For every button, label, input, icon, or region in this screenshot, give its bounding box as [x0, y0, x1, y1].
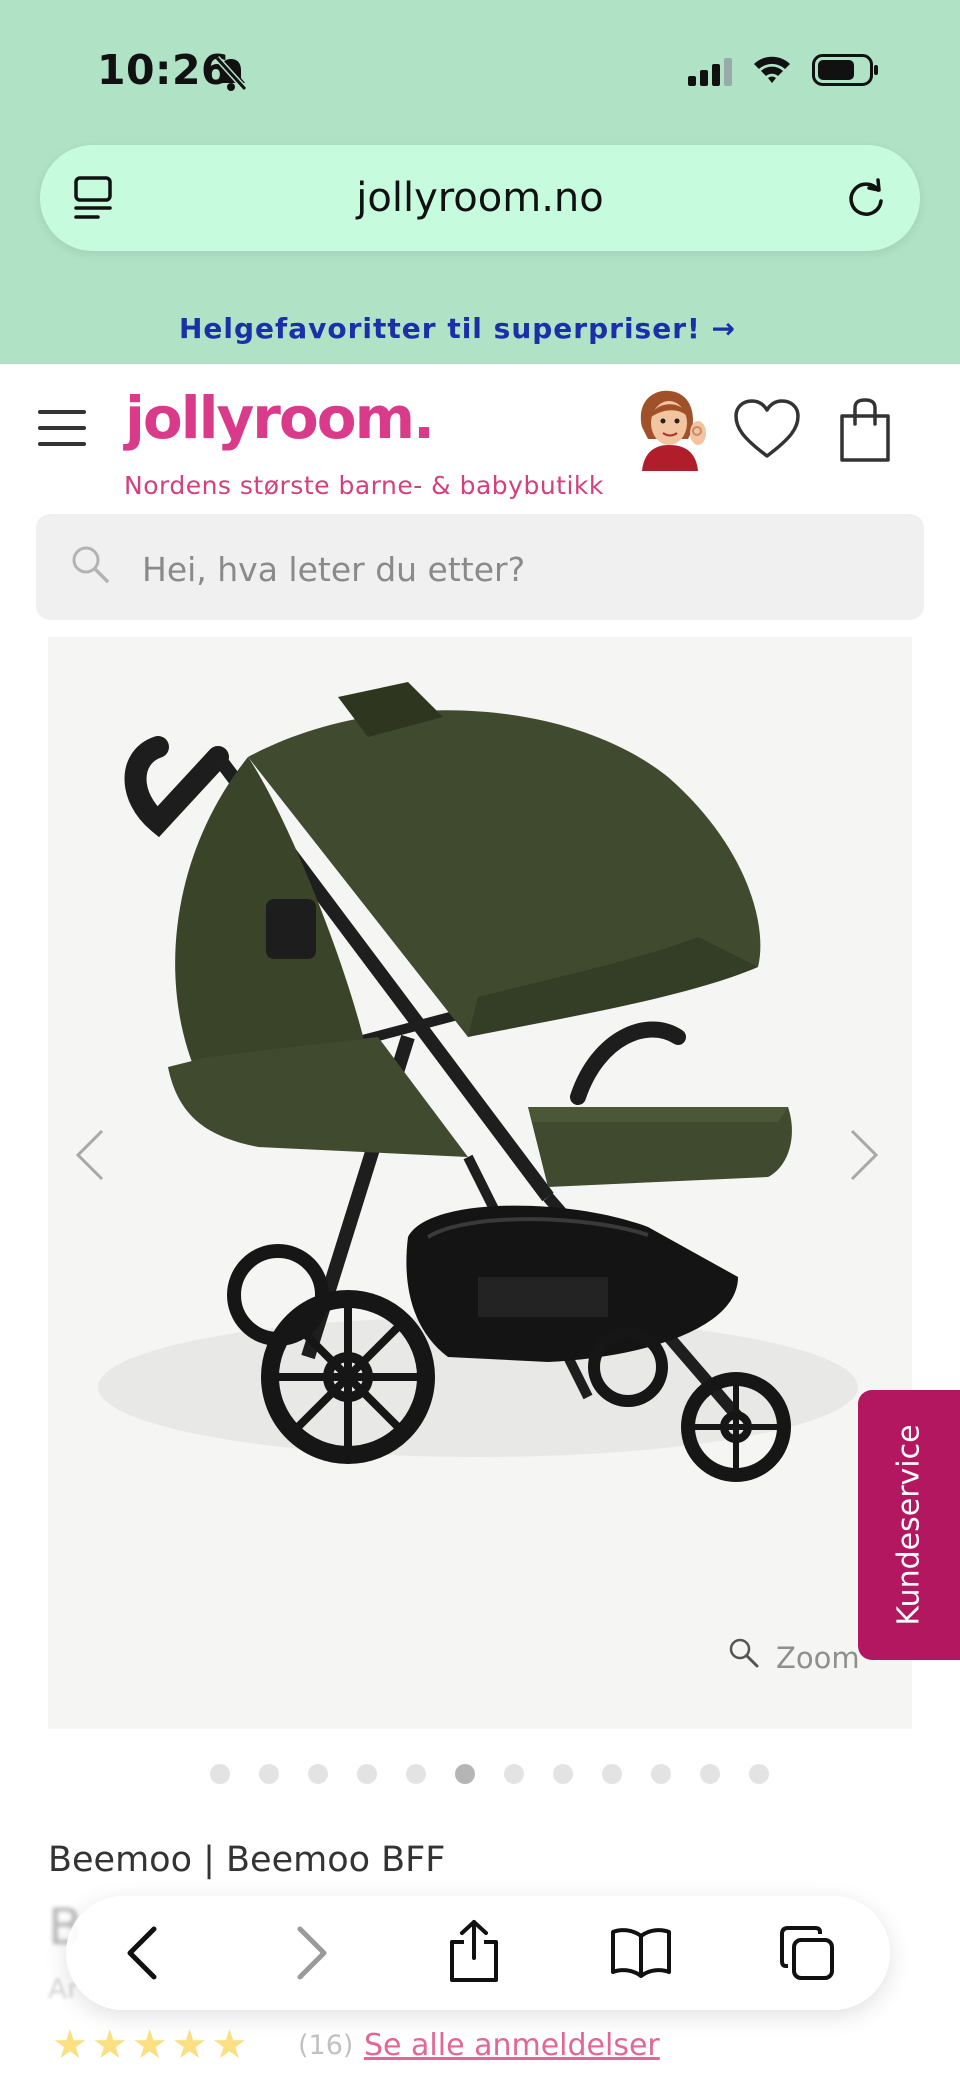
promo-banner-link[interactable]: Helgefavoritter til superpriser! →	[0, 312, 915, 345]
heart-icon[interactable]	[733, 398, 801, 460]
chevron-right-icon[interactable]	[848, 1127, 882, 1183]
site-logo[interactable]: jollyroom.	[125, 384, 435, 452]
gallery-dot[interactable]	[210, 1764, 230, 1784]
bag-icon[interactable]	[838, 398, 892, 464]
hamburger-icon[interactable]	[38, 410, 86, 446]
avatar-icon[interactable]	[626, 383, 712, 471]
star-icon: ★	[52, 2022, 88, 2068]
rating-stars: ★ ★ ★ ★ ★	[52, 2022, 251, 2068]
url-text[interactable]: jollyroom.no	[40, 175, 920, 221]
gallery-dot[interactable]	[602, 1764, 622, 1784]
gallery-dot[interactable]	[700, 1764, 720, 1784]
gallery-dot[interactable]	[504, 1764, 524, 1784]
product-image[interactable]	[48, 637, 912, 1729]
forward-icon[interactable]	[294, 1923, 330, 1983]
back-icon[interactable]	[124, 1923, 160, 1983]
customer-service-label[interactable]: Kundeservice	[892, 1424, 927, 1625]
review-count: (16)	[298, 2030, 354, 2061]
gallery-dot[interactable]	[406, 1764, 426, 1784]
bell-slash-icon	[214, 56, 248, 92]
gallery-dot-active[interactable]	[455, 1764, 475, 1784]
tabs-overview-icon[interactable]	[778, 1924, 836, 1982]
gallery-dot[interactable]	[651, 1764, 671, 1784]
wifi-icon	[754, 56, 790, 83]
star-icon: ★	[131, 2022, 168, 2068]
status-time: 10:26	[97, 46, 231, 94]
product-image-gallery[interactable]: Zoom	[48, 637, 912, 1729]
gallery-pagination	[210, 1764, 770, 1784]
signal-icon	[688, 58, 732, 86]
zoom-label[interactable]: Zoom	[776, 1641, 860, 1675]
search-placeholder[interactable]: Hei, hva leter du etter?	[142, 550, 525, 589]
search-icon	[72, 546, 109, 583]
gallery-dot[interactable]	[259, 1764, 279, 1784]
site-tagline: Nordens største barne- & babybutikk	[124, 471, 604, 500]
zoom-icon	[729, 1638, 759, 1668]
gallery-dot[interactable]	[553, 1764, 573, 1784]
product-brand[interactable]: Beemoo | Beemoo BFF	[48, 1840, 445, 1880]
browser-toolbar	[66, 1896, 890, 2010]
battery-icon	[812, 54, 878, 86]
all-reviews-link[interactable]: Se alle anmeldelser	[364, 2028, 660, 2063]
search-field[interactable]: Hei, hva leter du etter?	[36, 514, 924, 620]
bookmarks-icon[interactable]	[610, 1926, 672, 1978]
chevron-left-icon[interactable]	[72, 1127, 106, 1183]
browser-chrome: 10:26 jollyroom.no Helgefavoritter til s…	[0, 0, 960, 364]
star-icon: ★	[171, 2022, 208, 2068]
gallery-dot[interactable]	[357, 1764, 377, 1784]
star-icon: ★	[91, 2022, 128, 2068]
gallery-dot[interactable]	[749, 1764, 769, 1784]
star-icon: ★	[211, 2022, 248, 2068]
customer-service-tab[interactable]: Kundeservice	[858, 1390, 960, 1660]
reload-icon[interactable]	[844, 176, 888, 220]
gallery-dot[interactable]	[308, 1764, 328, 1784]
address-bar[interactable]: jollyroom.no	[40, 145, 920, 251]
share-icon[interactable]	[448, 1918, 500, 1984]
product-rating[interactable]: ★ ★ ★ ★ ★ (16) Se alle anmeldelser	[52, 2022, 660, 2068]
